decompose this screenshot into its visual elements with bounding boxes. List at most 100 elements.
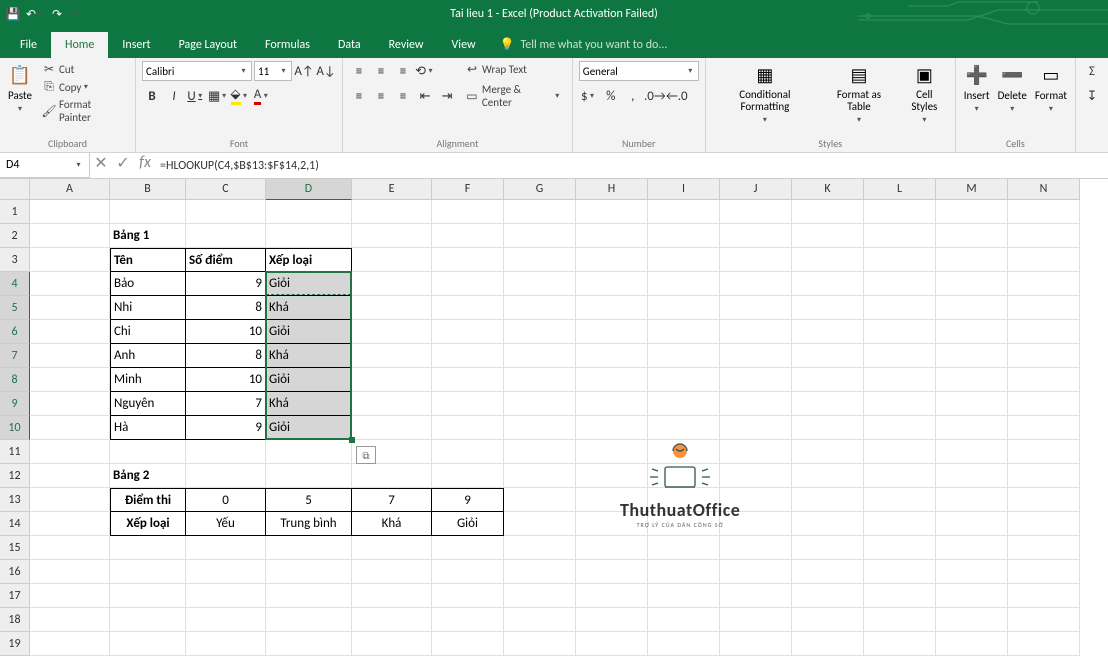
cell-K17[interactable] xyxy=(792,584,864,608)
cell-C16[interactable] xyxy=(186,560,266,584)
cell-D14[interactable]: Trung bình xyxy=(266,512,352,536)
col-header-I[interactable]: I xyxy=(648,179,720,200)
merge-center-button[interactable]: ▭Merge & Center▾ xyxy=(461,82,566,110)
col-header-B[interactable]: B xyxy=(110,179,186,200)
cell-H4[interactable] xyxy=(576,272,648,296)
cell-L6[interactable] xyxy=(864,320,936,344)
cell-N12[interactable] xyxy=(1008,464,1080,488)
cell-K2[interactable] xyxy=(792,224,864,248)
row-header-7[interactable]: 7 xyxy=(0,344,30,368)
row-header-10[interactable]: 10 xyxy=(0,416,30,440)
cell-J5[interactable] xyxy=(720,296,792,320)
cell-C12[interactable] xyxy=(186,464,266,488)
cell-N16[interactable] xyxy=(1008,560,1080,584)
cell-B6[interactable]: Chi xyxy=(110,320,186,344)
cell-L16[interactable] xyxy=(864,560,936,584)
bold-button[interactable]: B xyxy=(142,86,162,106)
cell-K13[interactable] xyxy=(792,488,864,512)
row-header-17[interactable]: 17 xyxy=(0,584,30,608)
cell-I1[interactable] xyxy=(648,200,720,224)
align-left-icon[interactable]: ≡ xyxy=(349,86,369,106)
cell-B16[interactable] xyxy=(110,560,186,584)
cell-C1[interactable] xyxy=(186,200,266,224)
cell-H13[interactable] xyxy=(576,488,648,512)
cell-D10[interactable]: Giỏi xyxy=(266,416,352,440)
cell-G2[interactable] xyxy=(504,224,576,248)
cell-A8[interactable] xyxy=(30,368,110,392)
cell-G7[interactable] xyxy=(504,344,576,368)
decrease-font-icon[interactable]: A↓ xyxy=(316,61,336,81)
cell-J13[interactable] xyxy=(720,488,792,512)
cell-M9[interactable] xyxy=(936,392,1008,416)
cell-B2[interactable]: Bảng 1 xyxy=(110,224,186,248)
cell-J19[interactable] xyxy=(720,632,792,656)
cell-G17[interactable] xyxy=(504,584,576,608)
cell-D7[interactable]: Khá xyxy=(266,344,352,368)
insert-button[interactable]: ➕Insert▾ xyxy=(962,61,992,116)
cell-N2[interactable] xyxy=(1008,224,1080,248)
cell-C9[interactable]: 7 xyxy=(186,392,266,416)
tab-file[interactable]: File xyxy=(6,32,51,58)
cell-B12[interactable]: Bảng 2 xyxy=(110,464,186,488)
cell-N4[interactable] xyxy=(1008,272,1080,296)
cell-J9[interactable] xyxy=(720,392,792,416)
cell-E17[interactable] xyxy=(352,584,432,608)
row-header-18[interactable]: 18 xyxy=(0,608,30,632)
cell-F2[interactable] xyxy=(432,224,504,248)
cell-G9[interactable] xyxy=(504,392,576,416)
cell-M5[interactable] xyxy=(936,296,1008,320)
cell-G8[interactable] xyxy=(504,368,576,392)
cell-E9[interactable] xyxy=(352,392,432,416)
cell-J8[interactable] xyxy=(720,368,792,392)
cell-C18[interactable] xyxy=(186,608,266,632)
cell-D11[interactable] xyxy=(266,440,352,464)
italic-button[interactable]: I xyxy=(164,86,184,106)
fx-icon[interactable]: fx xyxy=(134,153,156,178)
cell-A2[interactable] xyxy=(30,224,110,248)
cell-C8[interactable]: 10 xyxy=(186,368,266,392)
cell-C4[interactable]: 9 xyxy=(186,272,266,296)
cell-K7[interactable] xyxy=(792,344,864,368)
cell-M16[interactable] xyxy=(936,560,1008,584)
cell-N8[interactable] xyxy=(1008,368,1080,392)
align-center-icon[interactable]: ≡ xyxy=(371,86,391,106)
cell-A12[interactable] xyxy=(30,464,110,488)
cell-D15[interactable] xyxy=(266,536,352,560)
col-header-A[interactable]: A xyxy=(30,179,110,200)
cell-D16[interactable] xyxy=(266,560,352,584)
cell-H19[interactable] xyxy=(576,632,648,656)
increase-indent-icon[interactable]: ⇥ xyxy=(437,86,457,106)
cell-I4[interactable] xyxy=(648,272,720,296)
row-header-13[interactable]: 13 xyxy=(0,488,30,512)
cell-B17[interactable] xyxy=(110,584,186,608)
align-top-icon[interactable]: ≡ xyxy=(349,61,369,81)
qat-dropdown-icon[interactable]: ▾ xyxy=(70,5,79,23)
row-header-6[interactable]: 6 xyxy=(0,320,30,344)
cell-N7[interactable] xyxy=(1008,344,1080,368)
cell-J18[interactable] xyxy=(720,608,792,632)
cell-A19[interactable] xyxy=(30,632,110,656)
row-header-19[interactable]: 19 xyxy=(0,632,30,656)
font-color-button[interactable]: A▾ xyxy=(252,86,272,106)
row-header-4[interactable]: 4 xyxy=(0,272,30,296)
cell-B7[interactable]: Anh xyxy=(110,344,186,368)
cell-L11[interactable] xyxy=(864,440,936,464)
cell-F13[interactable]: 9 xyxy=(432,488,504,512)
cell-F17[interactable] xyxy=(432,584,504,608)
cell-F19[interactable] xyxy=(432,632,504,656)
cell-C10[interactable]: 9 xyxy=(186,416,266,440)
row-header-16[interactable]: 16 xyxy=(0,560,30,584)
cell-F14[interactable]: Giỏi xyxy=(432,512,504,536)
cell-I5[interactable] xyxy=(648,296,720,320)
cell-D5[interactable]: Khá xyxy=(266,296,352,320)
cell-L5[interactable] xyxy=(864,296,936,320)
cell-E5[interactable] xyxy=(352,296,432,320)
cell-N3[interactable] xyxy=(1008,248,1080,272)
cell-M12[interactable] xyxy=(936,464,1008,488)
select-all-triangle[interactable] xyxy=(0,179,30,200)
formula-input[interactable]: =HLOOKUP(C4,$B$13:$F$14,2,1) xyxy=(156,153,1108,178)
cell-G15[interactable] xyxy=(504,536,576,560)
cell-A7[interactable] xyxy=(30,344,110,368)
cell-E6[interactable] xyxy=(352,320,432,344)
cell-N19[interactable] xyxy=(1008,632,1080,656)
